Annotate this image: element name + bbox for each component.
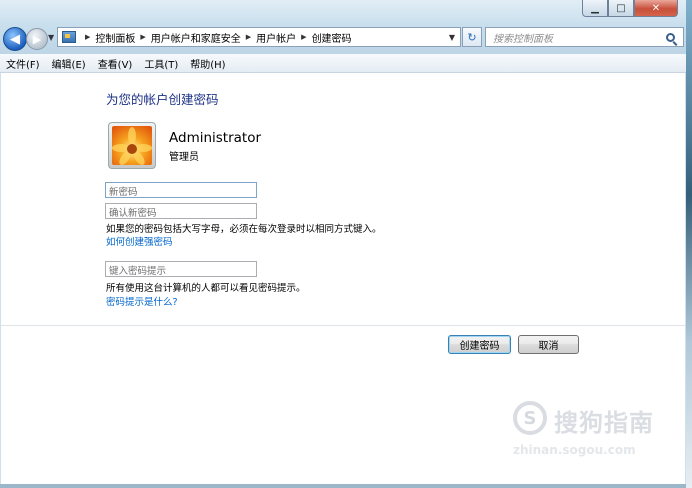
menu-file[interactable]: 文件(F) xyxy=(0,56,46,71)
close-icon: ✕ xyxy=(651,2,661,14)
breadcrumb-create-password[interactable]: 创建密码 xyxy=(312,30,352,45)
hint-visibility-note: 所有使用这台计算机的人都可以看见密码提示。 xyxy=(106,283,306,294)
desktop-background xyxy=(686,0,692,488)
watermark-logo-icon: S xyxy=(513,401,547,435)
main-content: 为您的帐户创建密码 Administrator 管理员 新密码 确认新密码 如果… xyxy=(1,73,685,484)
menu-view[interactable]: 查看(V) xyxy=(92,56,139,71)
menu-bar: 文件(F) 编辑(E) 查看(V) 工具(T) 帮助(H) xyxy=(0,54,686,73)
window-frame: ▁ □ ✕ ◀ ▶ ▼ ▶ 控制面板 ▶ 用户帐户和家庭安全 ▶ 用户帐户 ▶ … xyxy=(0,0,686,54)
maximize-icon: □ xyxy=(616,2,626,14)
chevron-down-icon[interactable]: ▼ xyxy=(449,33,455,42)
forward-arrow-icon: ▶ xyxy=(32,32,42,46)
strong-password-link[interactable]: 如何创建强密码 xyxy=(106,234,173,248)
search-icon[interactable] xyxy=(666,32,675,42)
watermark-url: zhinan.sogou.com xyxy=(513,443,636,457)
close-button[interactable]: ✕ xyxy=(634,0,678,17)
menu-tools[interactable]: 工具(T) xyxy=(138,56,184,71)
address-bar[interactable]: ▶ 控制面板 ▶ 用户帐户和家庭安全 ▶ 用户帐户 ▶ 创建密码 ▼ xyxy=(57,27,461,47)
watermark-brand: 搜狗指南 xyxy=(554,409,654,437)
password-hint-field[interactable]: 键入密码提示 xyxy=(105,261,257,277)
minimize-button[interactable]: ▁ xyxy=(582,0,608,17)
caption-buttons: ▁ □ ✕ xyxy=(582,0,678,17)
password-hint-help-link[interactable]: 密码提示是什么? xyxy=(106,294,178,308)
control-panel-window: ▁ □ ✕ ◀ ▶ ▼ ▶ 控制面板 ▶ 用户帐户和家庭安全 ▶ 用户帐户 ▶ … xyxy=(0,0,686,484)
chevron-right-icon[interactable]: ▶ xyxy=(301,33,306,41)
breadcrumb-user-accounts-family-safety[interactable]: 用户帐户和家庭安全 xyxy=(151,30,241,45)
cancel-button[interactable]: 取消 xyxy=(518,335,579,354)
create-password-button[interactable]: 创建密码 xyxy=(448,335,511,354)
page-title: 为您的帐户创建密码 xyxy=(106,92,219,107)
avatar xyxy=(108,122,156,169)
search-input[interactable]: 搜索控制面板 xyxy=(493,30,666,45)
menu-edit[interactable]: 编辑(E) xyxy=(46,56,92,71)
breadcrumb-user-accounts[interactable]: 用户帐户 xyxy=(256,30,296,45)
refresh-icon: ↻ xyxy=(467,30,477,44)
new-password-field[interactable]: 新密码 xyxy=(105,182,257,198)
chevron-right-icon[interactable]: ▶ xyxy=(140,33,145,41)
window-bottom-frame xyxy=(0,484,686,488)
search-box[interactable]: 搜索控制面板 xyxy=(485,27,684,47)
flower-avatar-icon xyxy=(112,126,152,165)
user-name: Administrator xyxy=(169,130,262,146)
forward-button[interactable]: ▶ xyxy=(26,28,48,50)
user-role: 管理员 xyxy=(169,152,199,163)
recent-pages-dropdown[interactable]: ▼ xyxy=(48,33,54,42)
breadcrumb-control-panel[interactable]: 控制面板 xyxy=(95,30,135,45)
back-arrow-icon: ◀ xyxy=(10,31,20,47)
chevron-right-icon[interactable]: ▶ xyxy=(246,33,251,41)
back-button[interactable]: ◀ xyxy=(3,27,27,51)
chevron-right-icon[interactable]: ▶ xyxy=(85,33,90,41)
confirm-password-field[interactable]: 确认新密码 xyxy=(105,203,257,219)
control-panel-icon xyxy=(62,31,76,43)
maximize-button[interactable]: □ xyxy=(608,0,634,17)
menu-help[interactable]: 帮助(H) xyxy=(184,56,231,71)
refresh-button[interactable]: ↻ xyxy=(462,27,482,47)
case-sensitivity-note: 如果您的密码包括大写字母，必须在每次登录时以相同方式键入。 xyxy=(106,224,382,235)
divider xyxy=(1,325,685,326)
minimize-icon: ▁ xyxy=(591,2,599,14)
